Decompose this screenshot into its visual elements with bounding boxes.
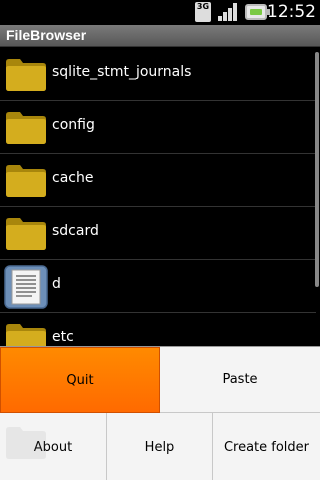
list-item-etc[interactable]: etc [0, 313, 316, 346]
file-name: sqlite_stmt_journals [52, 64, 192, 80]
battery-icon [245, 4, 270, 20]
network-3g-icon: 3G [195, 2, 211, 22]
title-bar: FileBrowser [0, 25, 320, 47]
quit-menu-item[interactable]: Quit [0, 347, 160, 413]
file-name: d [52, 276, 61, 292]
list-item-sdcard[interactable]: sdcard [0, 207, 316, 260]
file-name: cache [52, 170, 94, 186]
folder-icon [6, 218, 46, 250]
folder-icon [6, 112, 46, 144]
file-name: sdcard [52, 223, 99, 239]
paste-label: Paste [222, 372, 258, 387]
app-title: FileBrowser [6, 27, 87, 43]
create-folder-label: Create folder [223, 439, 310, 455]
file-name: etc [52, 329, 74, 345]
file-name: config [52, 117, 95, 133]
list-item-d[interactable]: d [0, 260, 316, 313]
file-list[interactable]: sqlite_stmt_journals config cache sdcard [0, 48, 320, 346]
folder-icon [6, 165, 46, 197]
document-icon [4, 265, 48, 309]
help-label: Help [144, 439, 175, 455]
help-menu-item[interactable]: Help [107, 413, 213, 480]
about-menu-item[interactable]: About [0, 413, 107, 480]
status-clock: 12:52 [267, 2, 316, 22]
about-label: About [33, 439, 73, 455]
list-item-sqlite-stmt-journals[interactable]: sqlite_stmt_journals [0, 48, 316, 101]
folder-icon [6, 324, 46, 346]
list-item-config[interactable]: config [0, 101, 316, 154]
network-type-label: 3G [196, 2, 210, 11]
quit-label: Quit [66, 372, 94, 388]
scrollbar[interactable] [315, 52, 319, 287]
list-item-cache[interactable]: cache [0, 154, 316, 207]
paste-menu-item[interactable]: Paste [160, 347, 320, 413]
folder-icon [6, 59, 46, 91]
create-folder-menu-item[interactable]: Create folder [213, 413, 320, 480]
status-bar: 3G 12:52 [0, 0, 320, 25]
options-menu: Quit Paste About Help Create folder [0, 346, 320, 480]
signal-strength-icon [218, 3, 237, 21]
